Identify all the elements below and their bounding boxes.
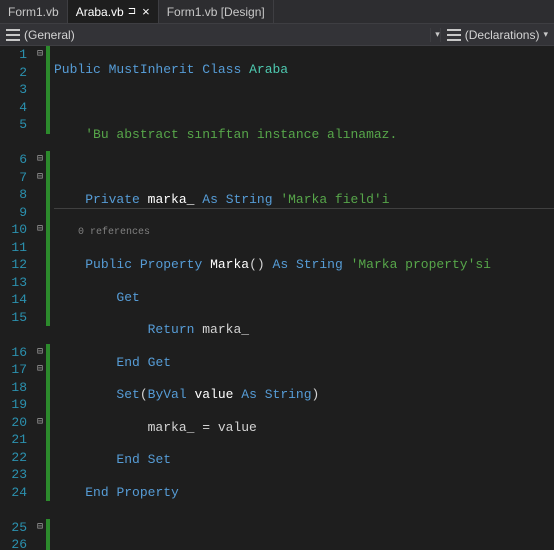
fold-toggle[interactable]: ⊟ bbox=[34, 169, 46, 187]
navigation-bar: (General) ▾ (Declarations) ▾ bbox=[0, 24, 554, 46]
tab-bar: Form1.vb Araba.vb ⊐ × Form1.vb [Design] bbox=[0, 0, 554, 24]
line-number-gutter: 12345 678910 1112131415 1617181920 21222… bbox=[0, 46, 34, 550]
fold-toggle[interactable]: ⊟ bbox=[34, 221, 46, 239]
tab-form1-vb[interactable]: Form1.vb bbox=[0, 0, 68, 23]
pin-icon[interactable]: ⊐ bbox=[128, 6, 136, 17]
close-icon[interactable]: × bbox=[142, 5, 150, 18]
nav-scope-dropdown[interactable]: (General) bbox=[0, 28, 431, 42]
fold-toggle[interactable]: ⊟ bbox=[34, 414, 46, 432]
tab-label: Araba.vb bbox=[76, 5, 124, 19]
fold-toggle[interactable]: ⊟ bbox=[34, 151, 46, 169]
fold-gutter: ⊟ ⊟ ⊟ ⊟ ⊟ ⊟ ⊟ ⊟ bbox=[34, 46, 46, 550]
codelens[interactable]: 0 references bbox=[54, 224, 554, 242]
nav-member-dropdown[interactable]: (Declarations) ▾ bbox=[440, 28, 554, 42]
module-icon bbox=[6, 29, 20, 41]
fold-toggle[interactable]: ⊟ bbox=[34, 46, 46, 64]
fold-toggle[interactable]: ⊟ bbox=[34, 519, 46, 537]
tab-araba-vb[interactable]: Araba.vb ⊐ × bbox=[68, 0, 159, 23]
code-editor[interactable]: 12345 678910 1112131415 1617181920 21222… bbox=[0, 46, 554, 550]
members-icon bbox=[447, 29, 461, 41]
fold-toggle[interactable]: ⊟ bbox=[34, 361, 46, 379]
tab-label: Form1.vb bbox=[8, 5, 59, 19]
nav-member-label: (Declarations) bbox=[465, 28, 540, 42]
code-content[interactable]: Public MustInherit Class Araba 'Bu abstr… bbox=[50, 46, 554, 550]
tab-label: Form1.vb [Design] bbox=[167, 5, 265, 19]
chevron-down-icon[interactable]: ▾ bbox=[543, 29, 548, 40]
nav-scope-label: (General) bbox=[24, 28, 75, 42]
fold-toggle[interactable]: ⊟ bbox=[34, 344, 46, 362]
tab-form1-design[interactable]: Form1.vb [Design] bbox=[159, 0, 274, 23]
